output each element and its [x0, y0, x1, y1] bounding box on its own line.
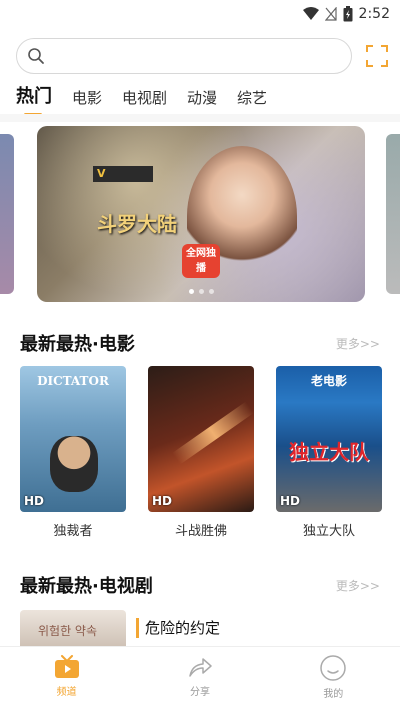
poster-image: [50, 436, 98, 492]
status-bar: 2:52: [0, 0, 400, 28]
hd-badge: HD: [280, 494, 301, 508]
banner-logo: V: [93, 166, 153, 182]
movie-list: DICTATOR HD 独裁者 HD 斗战胜佛 老电影 独立大队 HD 独立大队: [20, 366, 382, 539]
tab-variety[interactable]: 综艺: [237, 87, 267, 116]
tv-title[interactable]: 危险的约定: [136, 618, 220, 638]
tv-thumb-text: 위험한 약속: [38, 624, 98, 638]
banner-slide[interactable]: V 斗罗大陆 全网独播: [37, 126, 365, 302]
category-tabs: 热门 电影 电视剧 动漫 综艺: [16, 82, 267, 116]
poster-label: 老电影: [310, 374, 347, 388]
banner-pagination: [37, 289, 365, 294]
profile-icon: [320, 655, 347, 681]
section-title: 最新最热·电视剧: [20, 576, 153, 597]
banner-badge: 全网独播: [182, 244, 220, 278]
scan-icon[interactable]: [366, 45, 388, 67]
tv-list-item[interactable]: 위험한 약속 危险的约定: [20, 610, 220, 646]
movie-poster[interactable]: 老电影 独立大队 HD: [276, 366, 382, 512]
pagination-dot: [208, 289, 214, 294]
status-time: 2:52: [358, 6, 390, 22]
nav-label: 我的: [323, 689, 344, 700]
nav-share[interactable]: 分享: [160, 655, 240, 698]
section-title: 最新最热·电影: [20, 334, 135, 355]
share-icon: [189, 658, 212, 677]
hd-badge: HD: [152, 494, 173, 508]
banner-carousel[interactable]: V 斗罗大陆 全网独播: [0, 126, 400, 304]
movies-section-header: 最新最热·电影 更多>>: [20, 330, 380, 356]
banner-next-slide[interactable]: [386, 134, 400, 294]
tab-tv-series[interactable]: 电视剧: [122, 87, 167, 116]
tab-movies[interactable]: 电影: [72, 87, 102, 116]
search-row: [16, 38, 388, 74]
movie-title[interactable]: 独裁者: [20, 520, 126, 539]
nav-label: 频道: [56, 687, 77, 698]
movie-poster[interactable]: HD: [148, 366, 254, 512]
more-link[interactable]: 更多>>: [336, 577, 380, 594]
divider: [0, 114, 400, 122]
nav-profile[interactable]: 我的: [293, 655, 373, 700]
search-icon: [28, 48, 44, 64]
battery-icon: [343, 6, 353, 22]
more-link[interactable]: 更多>>: [336, 335, 380, 352]
pagination-dot: [198, 289, 204, 294]
movie-title[interactable]: 斗战胜佛: [148, 520, 254, 539]
search-input[interactable]: [53, 48, 333, 64]
movie-card[interactable]: HD 斗战胜佛: [148, 366, 254, 539]
nav-channel[interactable]: 频道: [27, 655, 107, 698]
tv-section-header: 最新最热·电视剧 更多>>: [20, 572, 380, 598]
tv-thumbnail[interactable]: 위험한 약속: [20, 610, 126, 646]
movie-poster[interactable]: DICTATOR HD: [20, 366, 126, 512]
wifi-icon: [302, 7, 319, 20]
poster-image: [172, 401, 254, 465]
search-box[interactable]: [16, 38, 352, 74]
poster-title: 独立大队: [289, 440, 369, 464]
movie-card[interactable]: DICTATOR HD 独裁者: [20, 366, 126, 539]
tab-hot[interactable]: 热门: [16, 82, 52, 116]
movie-title[interactable]: 独立大队: [276, 520, 382, 539]
hd-badge: HD: [24, 494, 45, 508]
banner-prev-slide[interactable]: [0, 134, 14, 294]
no-signal-icon: [324, 7, 337, 21]
pagination-dot: [188, 289, 194, 294]
tab-anime[interactable]: 动漫: [187, 87, 217, 116]
tv-icon: [54, 655, 79, 678]
bottom-nav: 频道 分享 我的: [0, 646, 400, 701]
banner-title: 斗罗大陆: [97, 212, 177, 236]
poster-title: DICTATOR: [37, 374, 109, 388]
movie-card[interactable]: 老电影 独立大队 HD 独立大队: [276, 366, 382, 539]
nav-label: 分享: [189, 687, 210, 698]
